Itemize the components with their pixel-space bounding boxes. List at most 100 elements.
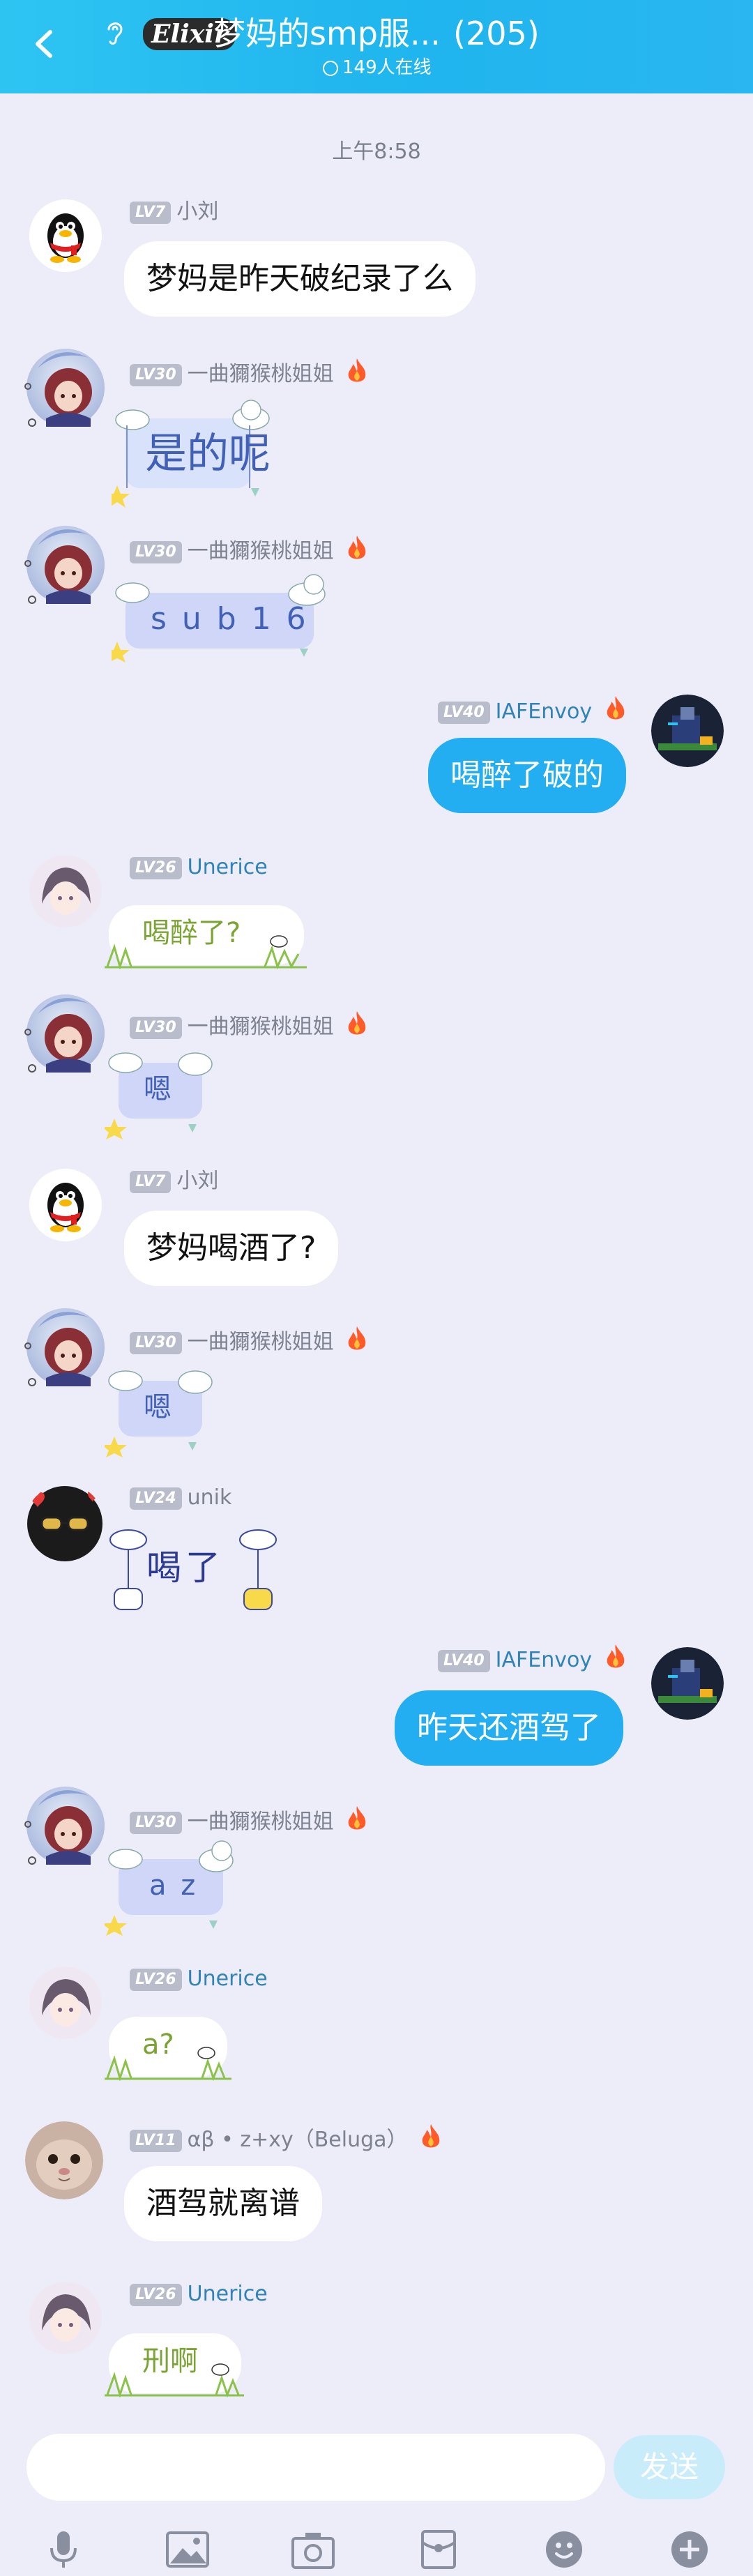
send-button[interactable]: 发送 (614, 2435, 725, 2499)
avatar-penguin[interactable] (29, 199, 102, 272)
online-count: 149人在线 (342, 57, 432, 78)
mic-icon[interactable] (39, 2529, 88, 2570)
flame-icon (348, 358, 366, 382)
sender-nick[interactable]: αβ • z+xy（Beluga） (188, 2128, 408, 2152)
online-status: 149人在线 (323, 56, 432, 79)
decorated-bubble[interactable]: 嗯 (105, 1360, 223, 1457)
sender-nick[interactable]: IAFEnvoy (496, 1648, 592, 1672)
message-text: 喝醉了? (142, 917, 241, 949)
penguin-icon (29, 199, 102, 272)
game-avatar-icon (651, 1647, 724, 1720)
flame-icon (348, 1011, 366, 1035)
decorated-bubble[interactable]: a z (105, 1838, 244, 1936)
level-badge: LV7 (130, 1171, 172, 1193)
sender-meta: LV30 一曲獮猴桃姐姐 (130, 1805, 370, 1836)
flame-icon (607, 1644, 624, 1668)
sender-meta: LV30 一曲獮猴桃姐姐 (130, 1010, 370, 1041)
decorated-bubble[interactable]: 刑啊 (105, 2333, 251, 2397)
message-timestamp: 上午8:58 (332, 139, 421, 164)
back-arrow-icon[interactable] (28, 26, 63, 61)
avatar-anime-girl[interactable] (18, 340, 113, 435)
sender-meta: LV7 小刘 (130, 198, 218, 226)
message-bubble[interactable]: 梦妈喝酒了? (124, 1211, 339, 1286)
sender-nick[interactable]: 一曲獮猴桃姐姐 (188, 1330, 334, 1354)
message-bubble[interactable]: 酒驾就离谱 (124, 2166, 322, 2241)
level-badge: LV26 (130, 2284, 182, 2306)
sender-nick[interactable]: 一曲獮猴桃姐姐 (188, 1810, 334, 1834)
level-badge: LV24 (130, 1487, 182, 1510)
level-badge: LV30 (130, 541, 182, 563)
avatar-unerice[interactable] (29, 2282, 102, 2354)
group-title[interactable]: 梦妈的smp服... (213, 13, 441, 54)
sender-nick[interactable]: 一曲獮猴桃姐姐 (188, 1015, 334, 1039)
level-badge: LV30 (130, 1332, 182, 1354)
avatar-penguin[interactable] (29, 1169, 102, 1241)
anime-avatar-icon (24, 349, 105, 427)
online-icon (323, 61, 338, 76)
avatar-anime-girl[interactable] (18, 517, 113, 612)
decorated-bubble[interactable]: 喝了 (105, 1522, 286, 1612)
sender-nick[interactable]: 一曲獮猴桃姐姐 (188, 362, 334, 386)
avatar-anime-girl[interactable] (18, 1778, 113, 1873)
message-bubble[interactable]: 梦妈是昨天破纪录了么 (124, 241, 476, 317)
avatar-self[interactable] (651, 1647, 724, 1720)
sender-nick[interactable]: 小刘 (176, 199, 218, 224)
camera-icon[interactable] (289, 2529, 337, 2570)
message-bubble[interactable]: 昨天还酒驾了 (395, 1690, 623, 1766)
avatar-unerice[interactable] (29, 1967, 102, 2039)
sender-nick[interactable]: Unerice (188, 2282, 268, 2306)
avatar-self[interactable] (651, 695, 724, 767)
anime-avatar-icon (29, 1967, 102, 2039)
decorated-bubble[interactable]: s u b 1 6 (112, 572, 342, 662)
message-text: a z (149, 1870, 199, 1902)
plus-icon[interactable] (665, 2529, 714, 2570)
message-text: a? (142, 2029, 174, 2061)
decorated-bubble[interactable]: 是的呢 (112, 397, 279, 509)
image-icon[interactable] (163, 2529, 212, 2570)
sender-nick[interactable]: 一曲獮猴桃姐姐 (188, 539, 334, 563)
emoji-icon[interactable] (540, 2529, 588, 2570)
sender-nick[interactable]: 小刘 (176, 1169, 218, 1193)
avatar-anime-girl[interactable] (18, 986, 113, 1081)
message-text: 刑啊 (142, 2345, 198, 2377)
flame-icon (607, 696, 624, 720)
sender-meta: LV7 小刘 (130, 1167, 218, 1195)
avatar-unik[interactable] (25, 1484, 105, 1563)
anime-avatar-icon (24, 526, 105, 604)
level-badge: LV30 (130, 1812, 182, 1834)
anime-avatar-icon (24, 1787, 105, 1865)
message-text: s u b 1 6 (151, 601, 309, 637)
sender-meta: LV24 unik (130, 1484, 231, 1512)
penguin-icon (29, 1169, 102, 1241)
cat-avatar-icon (25, 2121, 103, 2199)
sender-meta: LV26 Unerice (130, 2280, 268, 2308)
chat-header: Elixir 梦妈的smp服... (205) 149人在线 (0, 0, 753, 93)
decorated-bubble[interactable]: 喝醉了? (105, 905, 314, 969)
sender-meta: LV11 αβ • z+xy（Beluga） (130, 2123, 443, 2154)
message-input[interactable] (26, 2434, 605, 2501)
sender-nick[interactable]: unik (188, 1485, 232, 1510)
sender-nick[interactable]: IAFEnvoy (496, 699, 592, 724)
anime-avatar-icon (24, 994, 105, 1073)
level-badge: LV26 (130, 857, 182, 879)
sender-meta: LV26 Unerice (130, 854, 268, 881)
avatar-unerice[interactable] (29, 855, 102, 927)
sender-meta: LV40 IAFEnvoy (438, 695, 628, 726)
sender-meta: LV40 IAFEnvoy (438, 1643, 628, 1674)
level-badge: LV11 (130, 2130, 182, 2152)
flame-icon (348, 1326, 366, 1350)
avatar-beluga[interactable] (25, 2121, 103, 2199)
message-text: 喝了 (146, 1547, 225, 1588)
level-badge: LV7 (130, 202, 172, 224)
avatar-anime-girl[interactable] (18, 1300, 113, 1395)
flame-icon (348, 536, 366, 559)
ear-icon (107, 22, 123, 45)
sender-nick[interactable]: Unerice (188, 855, 268, 879)
message-bubble[interactable]: 喝醉了破的 (428, 738, 626, 813)
sender-nick[interactable]: Unerice (188, 1967, 268, 1991)
red-packet-icon[interactable] (414, 2529, 463, 2570)
anime-avatar-icon (29, 855, 102, 927)
decorated-bubble[interactable]: 嗯 (105, 1042, 223, 1139)
decorated-bubble[interactable]: a? (105, 2017, 237, 2081)
game-avatar-icon (651, 695, 724, 767)
